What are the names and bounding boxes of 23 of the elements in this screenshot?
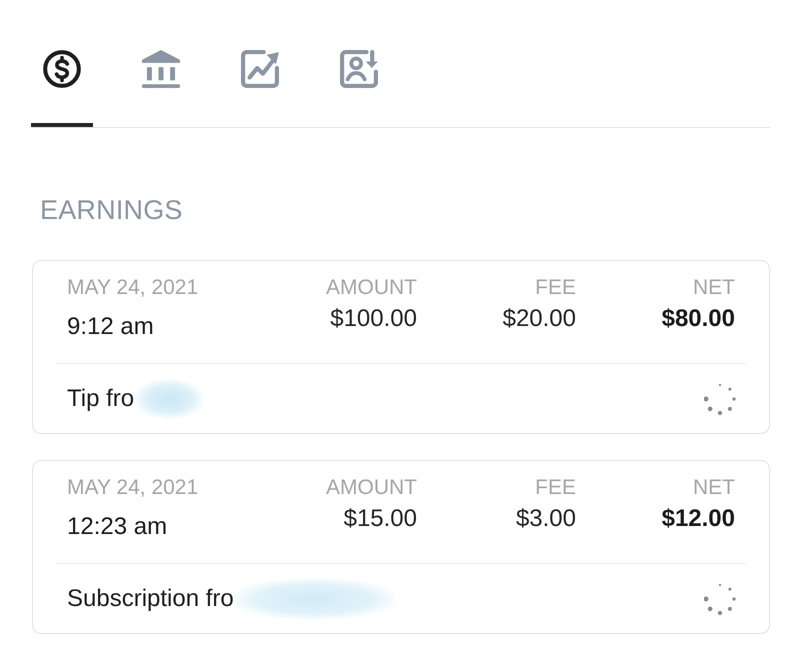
section-heading: EARNINGS bbox=[40, 194, 183, 226]
fee-value: $3.00 bbox=[516, 505, 576, 533]
bank-building-icon bbox=[141, 50, 181, 88]
transaction-time: 12:23 am bbox=[67, 513, 168, 541]
transaction-date: MAY 24, 2021 bbox=[67, 476, 198, 500]
transaction-time: 9:12 am bbox=[67, 313, 154, 341]
amount-value: $15.00 bbox=[344, 505, 417, 533]
amount-label: AMOUNT bbox=[326, 476, 417, 500]
person-card-download-icon bbox=[340, 50, 378, 88]
amount-label: AMOUNT bbox=[326, 276, 417, 300]
fee-value: $20.00 bbox=[502, 305, 576, 333]
transaction-date: MAY 24, 2021 bbox=[67, 276, 198, 300]
dollar-circle-icon bbox=[43, 50, 81, 88]
net-label: NET bbox=[693, 476, 735, 500]
amount-value: $100.00 bbox=[330, 305, 417, 333]
net-value: $12.00 bbox=[662, 505, 735, 533]
net-label: NET bbox=[693, 276, 735, 300]
fee-label: FEE bbox=[535, 276, 576, 300]
fee-label: FEE bbox=[535, 476, 576, 500]
net-value: $80.00 bbox=[662, 305, 735, 333]
transaction-description: Tip fro bbox=[67, 384, 134, 412]
transaction-description: Subscription fro bbox=[67, 584, 234, 612]
trend-chart-icon bbox=[241, 50, 279, 88]
